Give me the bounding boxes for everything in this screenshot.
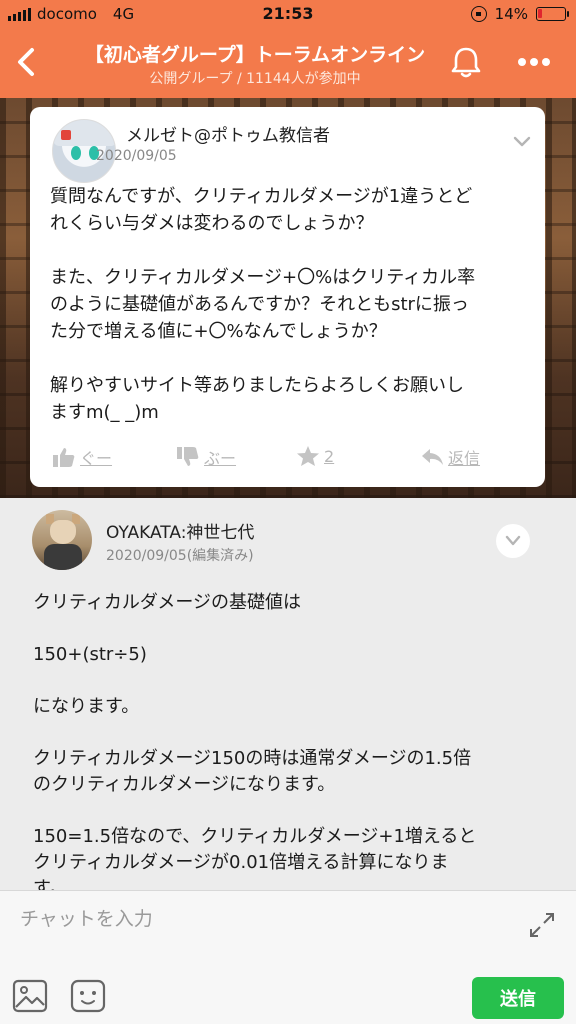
sticker-button[interactable] (70, 979, 106, 1013)
rotation-lock-icon (470, 6, 487, 22)
thumbs-up-icon (53, 448, 75, 467)
good-label: ぐー (80, 449, 113, 468)
chat-composer: 送信 (0, 890, 576, 1024)
post-line: れくらい与ダメは変わるのでしょうか？ (50, 213, 374, 234)
bell-icon (451, 47, 481, 78)
post-line: クリティカルダメージが0.01倍増える計算になりま (33, 852, 449, 873)
chevron-down-icon (505, 535, 521, 546)
more-options-button[interactable] (508, 42, 560, 82)
post-line: ますm(_ _)m (50, 402, 159, 423)
post-line (33, 798, 553, 824)
post-author[interactable]: OYAKATA:神世七代 (106, 518, 254, 543)
post-body: 質問なんですが、クリティカルダメージが1違うとど れくらい与ダメは変わるのでしょ… (50, 183, 530, 426)
post-line: になります。 (33, 696, 140, 717)
notification-button[interactable] (446, 42, 486, 82)
reply-label: 返信 (448, 449, 481, 468)
post-date: 2020/09/05(編集済み) (106, 548, 254, 564)
post-card: メルゼト@ポトゥム教信者 2020/09/05 質問なんですが、クリティカルダメ… (30, 107, 545, 487)
post-line: 質問なんですが、クリティカルダメージが1違うとど (50, 186, 473, 207)
star-count: 2 (324, 446, 335, 466)
post-line: のクリティカルダメージになります。 (33, 774, 336, 795)
group-header: 【初心者グループ】トーラムオンライン 公開グループ / 11144人が参加中 (0, 30, 576, 98)
post-line: 150+(str÷5) (33, 644, 147, 665)
chevron-left-icon (18, 48, 34, 76)
send-button[interactable]: 送信 (472, 977, 564, 1019)
image-icon (12, 979, 48, 1013)
post-line (33, 668, 553, 694)
post-line: 解りやすいサイト等ありましたらよろしくお願いし (50, 375, 464, 396)
post-actions: ぐー ぶー 2 返信 (30, 443, 545, 473)
post-line: た分で増える値に+〇%なんでしょうか？ (50, 321, 387, 342)
group-title[interactable]: 【初心者グループ】トーラムオンライン (70, 40, 440, 67)
boo-button[interactable]: ぶー (176, 445, 236, 469)
post-menu-button[interactable] (512, 134, 532, 148)
boo-label: ぶー (204, 449, 237, 468)
post-line (33, 720, 553, 746)
chat-input[interactable] (20, 901, 500, 937)
group-subtitle: 公開グループ / 11144人が参加中 (149, 71, 361, 87)
post-body: クリティカルダメージの基礎値は 150+(str÷5) になります。 クリティカ… (33, 590, 553, 902)
chevron-down-icon (513, 136, 531, 147)
star-button[interactable]: 2 (296, 445, 334, 467)
post-line: クリティカルダメージ150の時は通常ダメージの1.5倍 (33, 748, 472, 769)
post-line (50, 345, 530, 372)
post-author[interactable]: メルゼト@ポトゥム教信者 (126, 121, 330, 146)
status-right: 14% (470, 5, 569, 23)
star-icon (297, 446, 319, 466)
status-bar: docomo 4G 21:53 14% (0, 0, 576, 30)
back-button[interactable] (8, 40, 48, 84)
reply-post: OYAKATA:神世七代 2020/09/05(編集済み) クリティカルダメージ… (0, 498, 576, 899)
good-button[interactable]: ぐー (52, 445, 112, 469)
post-line (50, 237, 530, 264)
sticker-icon (70, 979, 106, 1013)
reply-button[interactable]: 返信 (420, 445, 480, 469)
post-line (33, 616, 553, 642)
more-horizontal-icon (518, 58, 550, 66)
image-attach-button[interactable] (12, 979, 48, 1013)
battery-percent: 14% (494, 5, 528, 23)
post-date: 2020/09/05 (96, 148, 177, 164)
thumbs-down-icon (177, 447, 199, 466)
reply-icon (422, 449, 443, 465)
post-line: のように基礎値があるんですか？それともstrに振っ (50, 294, 469, 315)
post-line: また、クリティカルダメージ+〇%はクリティカル率 (50, 267, 476, 288)
post-line: 150=1.5倍なので、クリティカルダメージ+1増えると (33, 826, 477, 847)
post-menu-button[interactable] (496, 524, 530, 558)
battery-icon (536, 7, 569, 21)
expand-button[interactable] (528, 911, 556, 939)
avatar[interactable] (32, 510, 92, 570)
expand-icon (530, 913, 554, 937)
post-line: クリティカルダメージの基礎値は (33, 592, 302, 613)
